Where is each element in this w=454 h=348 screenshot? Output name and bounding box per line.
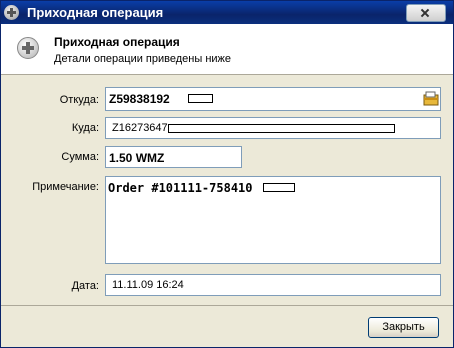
dialog-window: Приходная операция Приходная операция Де… <box>0 0 454 348</box>
redacted-mark <box>168 124 395 133</box>
title-bar[interactable]: Приходная операция <box>1 1 453 24</box>
from-label: Откуда: <box>59 94 99 106</box>
amount-field[interactable]: 1.50 WMZ <box>105 146 242 168</box>
header-subtitle: Детали операции приведены ниже <box>54 53 232 65</box>
window-title: Приходная операция <box>27 5 164 20</box>
plus-circle-icon <box>17 37 39 59</box>
from-field[interactable]: Z59838192 <box>105 87 441 111</box>
redacted-mark <box>188 94 213 103</box>
redacted-mark <box>263 183 295 192</box>
date-field[interactable]: 11.11.09 16:24 <box>105 274 441 296</box>
to-value: Z16273647 <box>112 122 168 134</box>
note-label: Примечание: <box>32 181 99 193</box>
footer-divider <box>1 305 453 306</box>
note-field[interactable]: Order #101111-758410 <box>105 176 441 264</box>
to-field[interactable]: Z16273647 <box>105 117 441 139</box>
amount-value: 1.50 WMZ <box>109 151 165 165</box>
from-value: Z59838192 <box>109 92 170 106</box>
date-label: Дата: <box>71 280 99 292</box>
close-icon[interactable] <box>406 4 446 22</box>
note-value: Order #101111-758410 <box>108 181 253 195</box>
date-value: 11.11.09 16:24 <box>112 279 184 291</box>
header-title: Приходная операция <box>54 35 180 49</box>
dialog-header: Приходная операция Детали операции приве… <box>1 24 453 75</box>
wallet-icon[interactable] <box>423 91 439 107</box>
amount-label: Сумма: <box>61 151 99 163</box>
plus-circle-icon <box>4 5 19 20</box>
to-label: Куда: <box>71 122 99 134</box>
close-button[interactable]: Закрыть <box>368 317 439 338</box>
